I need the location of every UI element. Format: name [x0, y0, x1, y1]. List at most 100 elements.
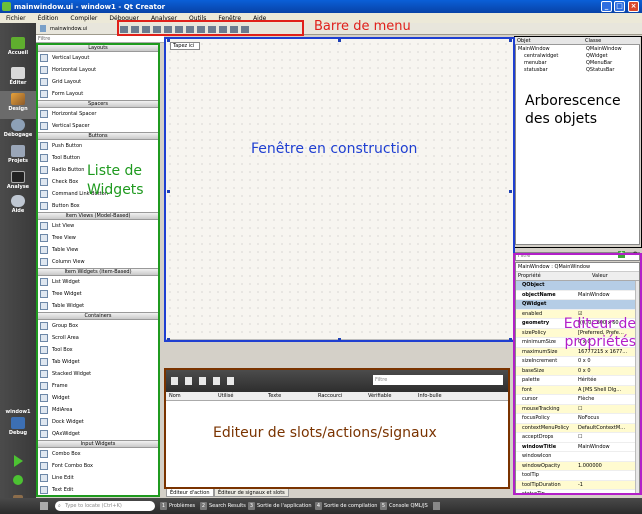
- mode-welcome[interactable]: Accueil: [0, 37, 36, 56]
- close-button[interactable]: ×: [628, 1, 639, 12]
- property-row[interactable]: windowIcon: [516, 452, 639, 462]
- widget-list-item[interactable]: Tool Box: [38, 344, 158, 356]
- widget-category-header[interactable]: Input Widgets: [38, 440, 158, 448]
- property-row[interactable]: sizeIncrement 0 x 0: [516, 357, 639, 367]
- layout-horizontal-icon[interactable]: [164, 25, 172, 33]
- mode-debug[interactable]: Débogage: [0, 119, 36, 138]
- menu-window[interactable]: Fenêtre: [218, 15, 241, 22]
- widget-list-item[interactable]: MdiArea: [38, 404, 158, 416]
- property-value[interactable]: A [MS Shell Dlg…: [576, 386, 639, 395]
- property-value[interactable]: Héritée: [576, 376, 639, 385]
- column-header-class[interactable]: Classe: [585, 38, 601, 44]
- resize-handle[interactable]: [167, 190, 170, 193]
- column-header-property[interactable]: Propriété: [518, 272, 541, 280]
- edit-widgets-icon[interactable]: [120, 25, 128, 33]
- property-value[interactable]: DefaultContextM…: [576, 424, 639, 433]
- menu-analyze[interactable]: Analyser: [151, 15, 177, 22]
- resize-handle[interactable]: [167, 39, 170, 42]
- copy-action-icon[interactable]: [185, 377, 192, 385]
- mode-help[interactable]: Aide: [0, 195, 36, 214]
- edit-signals-icon[interactable]: [131, 25, 139, 33]
- property-row[interactable]: acceptDrops ☐: [516, 433, 639, 443]
- layout-grid-icon[interactable]: [208, 25, 216, 33]
- property-value[interactable]: MainWindow: [576, 443, 639, 452]
- menu-debug[interactable]: Déboguer: [109, 15, 139, 22]
- widget-list-item[interactable]: Combo Box: [38, 448, 158, 460]
- add-dynamic-property-icon[interactable]: +: [618, 251, 625, 258]
- resize-handle[interactable]: [509, 338, 512, 341]
- pane-application-output[interactable]: 3 Sortie de l'application: [248, 501, 312, 511]
- widget-category-header[interactable]: Item Widgets (Item-Based): [38, 268, 158, 276]
- property-value[interactable]: 0 x 0: [576, 357, 639, 366]
- break-layout-icon[interactable]: [230, 25, 238, 33]
- property-row[interactable]: contextMenuPolicy DefaultContextM…: [516, 423, 639, 433]
- property-row[interactable]: toolTipDuration -1: [516, 480, 639, 490]
- widget-list-item[interactable]: Table View: [38, 244, 158, 256]
- minimize-button[interactable]: _: [601, 1, 612, 12]
- pane-search-results[interactable]: 2 Search Results: [200, 501, 246, 511]
- property-row[interactable]: objectName MainWindow: [516, 291, 639, 300]
- widget-list-item[interactable]: QAxWidget: [38, 428, 158, 440]
- mode-projects[interactable]: Projets: [0, 145, 36, 164]
- column-header-used[interactable]: Utilisé: [218, 393, 233, 399]
- column-header-value[interactable]: Valeur: [592, 272, 608, 280]
- column-header-text[interactable]: Texte: [268, 393, 281, 399]
- widget-list-item[interactable]: Push Button: [38, 140, 158, 152]
- widget-filter-input[interactable]: Filtre: [36, 35, 164, 43]
- layout-splitter-v-icon[interactable]: [197, 25, 205, 33]
- property-row[interactable]: baseSize 0 x 0: [516, 366, 639, 376]
- property-row[interactable]: cursor Flèche: [516, 395, 639, 405]
- widget-category-header[interactable]: Buttons: [38, 132, 158, 140]
- widget-list-item[interactable]: Table Widget: [38, 300, 158, 312]
- property-group-row[interactable]: QObject: [516, 281, 639, 291]
- resize-handle[interactable]: [338, 39, 341, 42]
- paste-action-icon[interactable]: [199, 377, 206, 385]
- widget-list-item[interactable]: Group Box: [38, 320, 158, 332]
- action-filter-input[interactable]: Filtre: [373, 375, 503, 385]
- pane-problems[interactable]: 1 Problèmes: [160, 501, 195, 511]
- column-header-object[interactable]: Objet: [517, 38, 531, 44]
- widget-list-item[interactable]: Stacked Widget: [38, 368, 158, 380]
- property-value[interactable]: [576, 452, 639, 461]
- property-group-row[interactable]: QWidget: [516, 300, 639, 310]
- property-row[interactable]: statusTip: [516, 490, 639, 493]
- property-value[interactable]: ☐: [576, 433, 639, 442]
- widget-category-header[interactable]: Item Views (Model-Based): [38, 212, 158, 220]
- delete-action-icon[interactable]: [213, 377, 220, 385]
- object-tree-row[interactable]: statusbar QStatusBar: [516, 67, 639, 74]
- property-row[interactable]: font A [MS Shell Dlg…: [516, 385, 639, 395]
- object-tree-row[interactable]: centralwidget QWidget: [516, 53, 639, 60]
- property-value[interactable]: NoFocus: [576, 414, 639, 423]
- widget-list-item[interactable]: Line Edit: [38, 472, 158, 484]
- resize-handle[interactable]: [338, 338, 341, 341]
- column-header-shortcut[interactable]: Raccourci: [318, 393, 342, 399]
- property-row[interactable]: windowTitle MainWindow: [516, 443, 639, 452]
- object-tree-row[interactable]: menubar QMenuBar: [516, 60, 639, 67]
- property-row[interactable]: toolTip: [516, 471, 639, 481]
- menu-file[interactable]: Fichier: [6, 15, 26, 22]
- pane-qml-console[interactable]: 5 Console QML/JS: [380, 501, 428, 511]
- widget-list-item[interactable]: Font Combo Box: [38, 460, 158, 472]
- widget-category-header[interactable]: Containers: [38, 312, 158, 320]
- new-action-icon[interactable]: [171, 377, 178, 385]
- mode-design[interactable]: Design: [0, 91, 36, 119]
- adjust-size-icon[interactable]: [241, 25, 249, 33]
- widget-list-item[interactable]: Form Layout: [38, 88, 158, 100]
- widget-list-item[interactable]: Horizontal Layout: [38, 64, 158, 76]
- property-value[interactable]: 0 x 0: [576, 367, 639, 376]
- tab-signals-slots-editor[interactable]: Éditeur de signaux et slots: [214, 488, 289, 497]
- locator-input[interactable]: Type to locate (Ctrl+K): [55, 501, 155, 511]
- resize-handle[interactable]: [167, 338, 170, 341]
- property-value[interactable]: 1.000000: [576, 462, 639, 471]
- widget-list-item[interactable]: Column View: [38, 256, 158, 268]
- menu-help[interactable]: Aide: [253, 15, 266, 22]
- mode-analyze[interactable]: Analyse: [0, 171, 36, 190]
- layout-vertical-icon[interactable]: [175, 25, 183, 33]
- menu-build[interactable]: Compiler: [70, 15, 97, 22]
- toggle-sidebar-icon[interactable]: [40, 502, 48, 510]
- widget-list-item[interactable]: Horizontal Spacer: [38, 108, 158, 120]
- menu-edit[interactable]: Édition: [38, 15, 59, 22]
- widget-category-header[interactable]: Spacers: [38, 100, 158, 108]
- configure-wrench-icon[interactable]: ⚙: [633, 251, 640, 258]
- widget-list-item[interactable]: Text Edit: [38, 484, 158, 496]
